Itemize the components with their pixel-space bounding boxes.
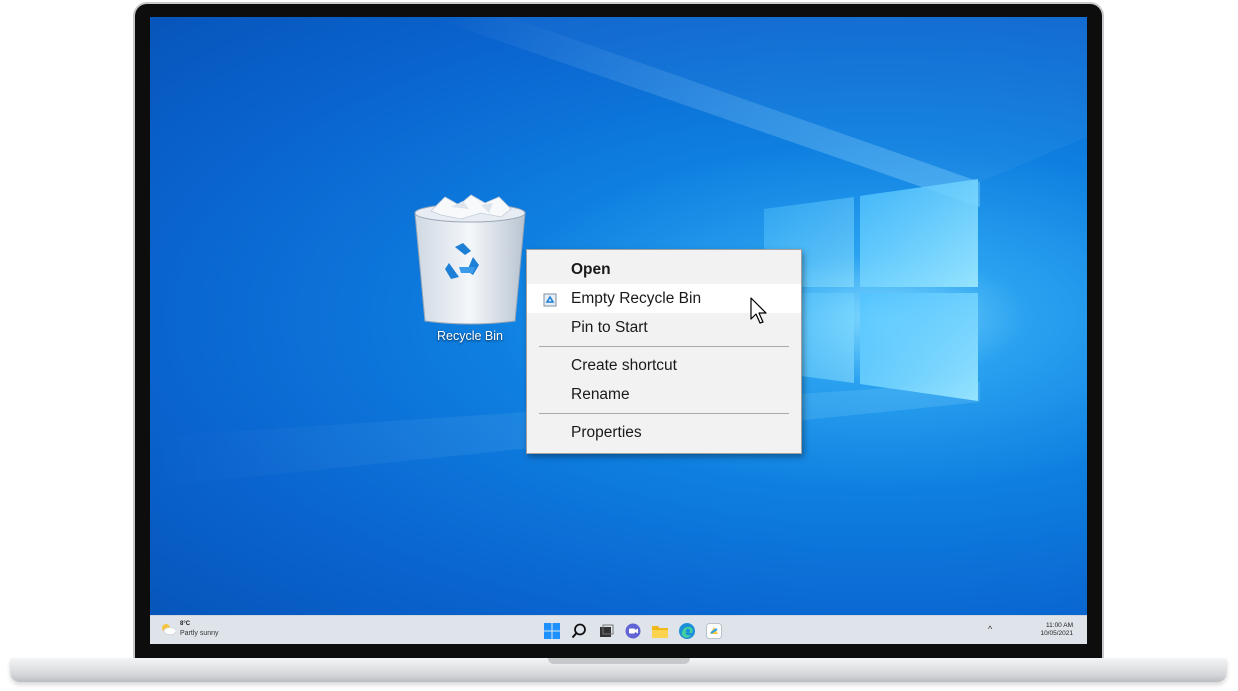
menu-item-label: Open — [571, 261, 611, 278]
weather-widget[interactable]: 8°C Partly sunny — [160, 620, 219, 638]
clock-date: 10/05/2021 — [1040, 630, 1073, 637]
menu-item-rename[interactable]: Rename — [527, 380, 801, 409]
laptop-notch — [548, 658, 690, 664]
search-icon[interactable] — [570, 622, 588, 640]
taskbar-apps — [543, 622, 732, 640]
start-icon[interactable] — [543, 622, 561, 640]
file-explorer-icon[interactable] — [651, 622, 669, 640]
menu-item-label: Properties — [571, 424, 642, 441]
menu-separator — [539, 413, 789, 414]
store-icon[interactable] — [705, 622, 723, 640]
menu-item-open[interactable]: Open — [527, 255, 801, 284]
recycle-bin-desktop-icon[interactable]: Recycle Bin — [414, 193, 526, 353]
edge-icon[interactable] — [678, 622, 696, 640]
task-view-icon[interactable] — [597, 622, 615, 640]
chat-icon[interactable] — [624, 622, 642, 640]
menu-item-label: Rename — [571, 386, 630, 403]
taskbar-clock[interactable]: 11:00 AM 10/05/2021 — [1040, 622, 1073, 638]
recycle-bin-label: Recycle Bin — [437, 329, 503, 343]
menu-item-label: Pin to Start — [571, 319, 648, 336]
context-menu: Open Empty Recycle Bin Pin to Start Crea… — [526, 249, 802, 454]
recycle-bin-icon — [414, 194, 526, 325]
tray-chevron-up-icon[interactable]: ^ — [988, 624, 992, 634]
menu-item-label: Empty Recycle Bin — [571, 290, 702, 307]
menu-item-properties[interactable]: Properties — [527, 418, 801, 447]
menu-item-create-shortcut[interactable]: Create shortcut — [527, 351, 801, 380]
partly-sunny-icon — [162, 624, 176, 635]
clock-time: 11:00 AM — [1046, 622, 1073, 629]
taskbar: 8°C Partly sunny ^ 11:00 AM 10/05/2021 — [150, 615, 1087, 644]
recycle-bin-icon — [543, 293, 557, 307]
menu-separator — [539, 346, 789, 347]
menu-item-label: Create shortcut — [571, 357, 677, 374]
weather-description: Partly sunny — [180, 630, 219, 637]
weather-temperature: 8°C — [180, 621, 191, 627]
mouse-pointer-icon — [750, 297, 767, 324]
